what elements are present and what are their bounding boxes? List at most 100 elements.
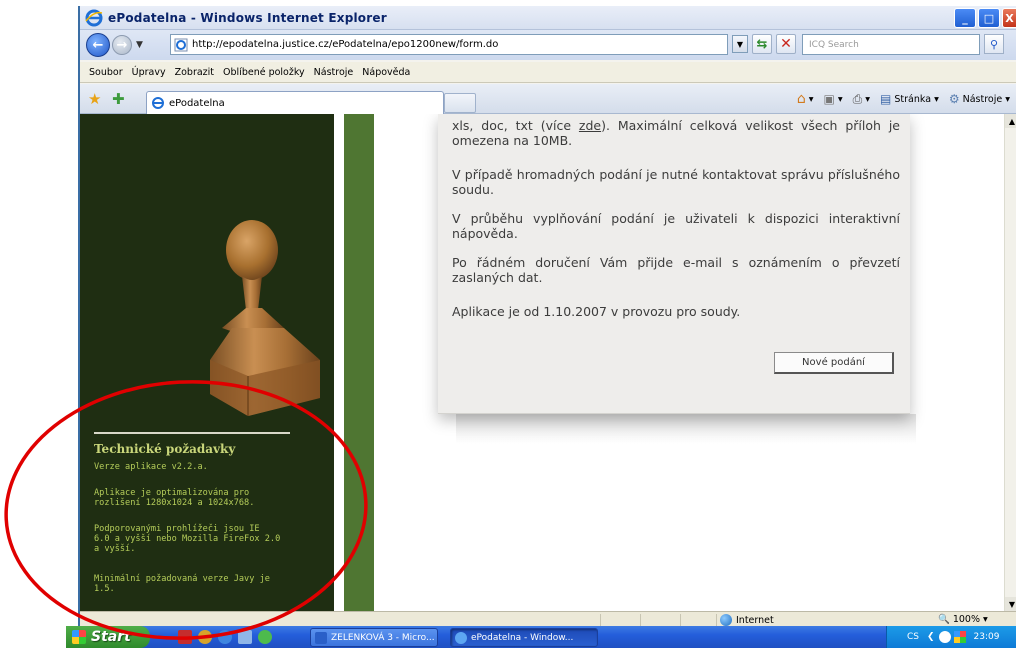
quicklaunch-messenger-icon[interactable] — [258, 630, 272, 644]
security-zone[interactable]: Internet — [720, 614, 774, 626]
search-placeholder: ICQ Search — [809, 39, 859, 50]
menu-edit[interactable]: Úpravy — [132, 67, 166, 78]
close-button[interactable]: X — [1002, 8, 1016, 28]
globe-icon — [720, 614, 732, 626]
search-icon: ⚲ — [989, 37, 999, 51]
home-icon: ⌂ — [796, 91, 806, 107]
search-button[interactable]: ⚲ — [984, 34, 1004, 54]
quicklaunch-desktop-icon[interactable] — [238, 630, 252, 644]
sidebar-browsers-line1: Podporovanými prohlížeči jsou IE — [94, 524, 260, 534]
window-title: ePodatelna - Windows Internet Explorer — [108, 10, 387, 25]
paragraph-launch: Aplikace je od 1.10.2007 v provozu pro s… — [452, 304, 741, 319]
zoom-control[interactable]: 🔍 100% ▾ — [938, 614, 988, 625]
back-arrow-icon: ← — [92, 37, 104, 53]
home-button[interactable]: ⌂ ▾ — [797, 91, 814, 107]
taskbar-item-word-label: ZELENKOVÁ 3 - Micro... — [331, 632, 435, 643]
menu-file[interactable]: Soubor — [89, 67, 123, 78]
window-buttons: _ □ X — [954, 8, 1016, 28]
tab-label: ePodatelna — [169, 97, 225, 109]
tray-arrow-icon[interactable]: ❮ — [927, 632, 935, 642]
add-favorite-icon[interactable]: ✚ — [112, 90, 125, 108]
scroll-down-icon[interactable]: ▼ — [1005, 597, 1016, 611]
stop-button[interactable]: ✕ — [776, 34, 796, 54]
language-indicator[interactable]: CS — [907, 632, 919, 642]
windows-logo-icon — [72, 630, 86, 644]
sidebar-browsers-line2: 6.0 a vyšší nebo Mozilla FireFox 2.0 — [94, 534, 281, 544]
quicklaunch-ie-icon[interactable] — [218, 630, 232, 644]
print-icon: ⎙ — [852, 91, 863, 106]
page-menu-icon: ▤ — [880, 92, 892, 106]
zoom-level: 100% — [952, 614, 981, 625]
print-button[interactable]: ⎙ ▾ — [853, 92, 870, 107]
tab-ie-icon — [152, 97, 164, 109]
tools-menu-label: Nástroje — [962, 93, 1003, 105]
menu-help[interactable]: Nápověda — [362, 67, 410, 78]
sidebar-version: Verze aplikace v2.2.a. — [94, 462, 208, 472]
zoom-icon: 🔍 — [938, 614, 950, 625]
ie-window: ePodatelna - Windows Internet Explorer _… — [78, 6, 1016, 630]
start-button[interactable]: Start — [66, 626, 150, 648]
paragraph-help: V průběhu vyplňování podání je uživateli… — [452, 211, 900, 241]
minimize-button[interactable]: _ — [954, 8, 976, 28]
address-dropdown-icon[interactable]: ▼ — [732, 35, 748, 53]
start-label: Start — [91, 629, 131, 645]
menu-view[interactable]: Zobrazit — [175, 67, 214, 78]
feeds-button[interactable]: ▣ ▾ — [824, 92, 843, 106]
clock[interactable]: 23:09 — [974, 632, 1000, 642]
word-icon — [315, 631, 327, 644]
forward-arrow-icon: → — [116, 37, 128, 53]
sidebar-resolution-line1: Aplikace je optimalizována pro — [94, 488, 250, 498]
history-dropdown-icon[interactable]: ▼ — [136, 40, 143, 50]
menu-bar: Soubor Úpravy Zobrazit Oblíbené položky … — [80, 62, 1016, 83]
search-input[interactable]: ICQ Search — [802, 34, 980, 55]
quicklaunch-media-icon[interactable] — [198, 630, 212, 644]
page-content: Technické požadavky Verze aplikace v2.2.… — [80, 114, 1004, 611]
page-menu-button[interactable]: ▤ Stránka ▾ — [880, 92, 939, 106]
tab-row: ★ ✚ ePodatelna ⌂ ▾ ▣ ▾ ⎙ ▾ ▤ Stránka ▾ ⚙ Nástr… — [80, 84, 1016, 114]
taskbar-item-word[interactable]: ZELENKOVÁ 3 - Micro... — [310, 628, 438, 647]
forward-button[interactable]: → — [112, 35, 132, 55]
ie-task-icon — [455, 631, 467, 644]
vertical-scrollbar[interactable]: ▲ ▼ — [1004, 114, 1016, 611]
ie-logo-icon — [85, 9, 103, 26]
windows-tray-icon[interactable] — [953, 631, 966, 643]
info-paper: xls, doc, txt (více zde). Maximální celk… — [438, 114, 910, 414]
gear-icon: ⚙ — [948, 92, 960, 106]
tab-epodatelna[interactable]: ePodatelna — [146, 91, 444, 114]
refresh-button[interactable]: ⇆ — [752, 34, 772, 54]
title-bar[interactable]: ePodatelna - Windows Internet Explorer _… — [80, 6, 1016, 30]
quicklaunch-app-icon[interactable] — [178, 630, 192, 644]
scroll-up-icon[interactable]: ▲ — [1005, 114, 1016, 128]
paragraph-bulk: V případě hromadných podání je nutné kon… — [452, 167, 900, 197]
screen: ePodatelna - Windows Internet Explorer _… — [0, 0, 1016, 648]
new-submission-button[interactable]: Nové podání — [774, 352, 894, 374]
url-text[interactable]: http://epodatelna.justice.cz/ePodatelna/… — [192, 39, 498, 50]
sidebar-browsers-line3: a vyšší. — [94, 544, 136, 554]
sidebar-java-line2: 1.5. — [94, 584, 115, 594]
rubber-stamp-image — [210, 220, 320, 416]
zoom-dropdown-icon: ▾ — [983, 614, 988, 625]
refresh-icon: ⇆ — [756, 36, 768, 52]
network-icon[interactable] — [938, 631, 951, 643]
address-row: ← → ▼ http://epodatelna.justice.cz/ePoda… — [80, 30, 1016, 60]
command-bar: ⌂ ▾ ▣ ▾ ⎙ ▾ ▤ Stránka ▾ ⚙ Nástroje ▾ — [797, 91, 1010, 107]
tools-menu-button[interactable]: ⚙ Nástroje ▾ — [949, 92, 1010, 106]
address-bar[interactable]: http://epodatelna.justice.cz/ePodatelna/… — [170, 34, 728, 55]
back-button[interactable]: ← — [86, 33, 110, 57]
paragraph-attachments-text: xls, doc, txt (více zde). Maximální celk… — [452, 118, 900, 148]
maximize-button[interactable]: □ — [978, 8, 1000, 28]
sidebar-panel: Technické požadavky Verze aplikace v2.2.… — [80, 114, 334, 611]
paper-shadow — [456, 414, 916, 444]
favorites-star-icon[interactable]: ★ — [88, 90, 101, 108]
taskbar-item-ie-label: ePodatelna - Window... — [471, 632, 574, 643]
sidebar-title: Technické požadavky — [94, 442, 236, 456]
menu-tools[interactable]: Nástroje — [314, 67, 354, 78]
taskbar-item-ie[interactable]: ePodatelna - Window... — [450, 628, 598, 647]
page-icon — [174, 38, 188, 51]
new-tab-button[interactable] — [444, 93, 476, 113]
page-menu-label: Stránka — [894, 93, 932, 105]
feed-icon: ▣ — [823, 92, 835, 106]
more-info-link[interactable]: zde — [579, 118, 601, 133]
sidebar-divider — [94, 432, 290, 434]
menu-favorites[interactable]: Oblíbené položky — [223, 67, 305, 78]
